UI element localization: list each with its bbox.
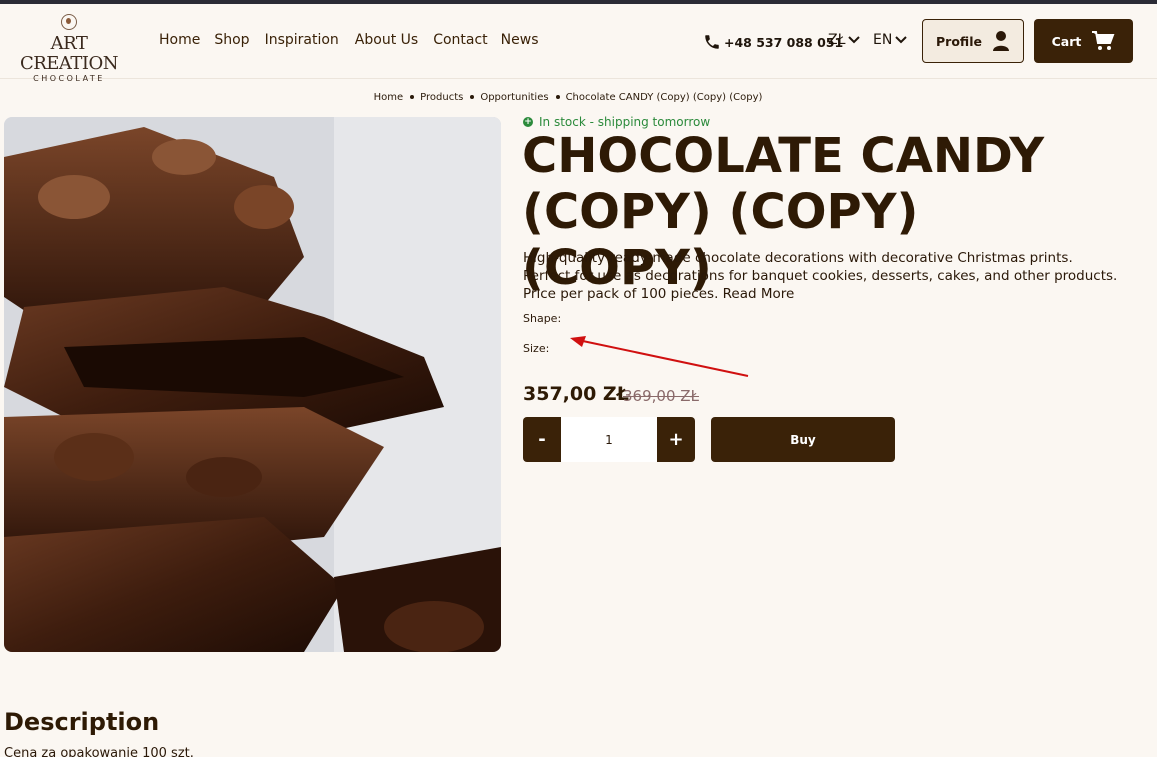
nav-inspiration[interactable]: Inspiration: [265, 32, 339, 48]
quantity-decrease-button[interactable]: -: [523, 417, 561, 462]
site-header: ART CREATION CHOCOLATE Home Shop Inspira…: [0, 4, 1157, 83]
nav-shop[interactable]: Shop: [214, 32, 249, 48]
breadcrumb: Home Products Opportunities Chocolate CANDY…: [0, 92, 1136, 103]
quantity-input[interactable]: [561, 417, 657, 462]
annotation-arrow-icon: [570, 336, 749, 377]
size-label: Size:: [523, 342, 550, 355]
chevron-down-icon: [895, 36, 908, 44]
nav-about-us[interactable]: About Us: [355, 32, 418, 48]
old-price: 369,00 ZŁ: [623, 387, 699, 405]
chevron-down-icon: [848, 36, 861, 44]
shape-label: Shape:: [523, 312, 562, 325]
phone-link[interactable]: +48 537 088 051: [703, 33, 843, 51]
phone-icon: [705, 35, 719, 49]
breadcrumb-separator: [410, 95, 415, 99]
description-text: Cena za opakowanie 100 szt.: [4, 746, 194, 757]
cart-icon: [1092, 31, 1115, 50]
profile-button[interactable]: Profile: [922, 19, 1024, 63]
product-description: High-quality ready-made chocolate decora…: [523, 250, 1118, 302]
language-value: EN: [873, 32, 893, 48]
breadcrumb-separator: [470, 95, 475, 99]
currency-select[interactable]: ZŁ: [828, 32, 861, 48]
breadcrumb-home[interactable]: Home: [374, 92, 404, 103]
logo[interactable]: ART CREATION CHOCOLATE: [2, 14, 136, 83]
cart-label: Cart: [1051, 33, 1082, 49]
currency-value: ZŁ: [828, 32, 846, 48]
price: 357,00 ZŁ: [523, 383, 629, 405]
breadcrumb-current: Chocolate CANDY (Copy) (Copy) (Copy): [565, 92, 763, 103]
quantity-increase-button[interactable]: +: [657, 417, 695, 462]
logo-name: ART CREATION: [19, 33, 119, 74]
phone-number: +48 537 088 051: [724, 34, 844, 50]
main-nav: Home Shop Inspiration About Us Contact N…: [159, 32, 554, 48]
product-image[interactable]: [4, 117, 501, 652]
stock-status-text: In stock - shipping tomorrow: [539, 115, 711, 129]
breadcrumb-products[interactable]: Products: [420, 92, 463, 103]
user-icon: [992, 31, 1009, 51]
profile-label: Profile: [936, 33, 982, 49]
chocolate-photo-illustration: [4, 117, 501, 652]
stock-status: + In stock - shipping tomorrow: [523, 115, 710, 129]
logo-icon: [61, 14, 77, 30]
description-heading: Description: [4, 708, 160, 736]
buy-button[interactable]: Buy: [711, 417, 895, 462]
breadcrumb-opportunities[interactable]: Opportunities: [480, 92, 548, 103]
nav-contact[interactable]: Contact: [433, 32, 487, 48]
breadcrumb-separator: [555, 95, 560, 99]
nav-home[interactable]: Home: [159, 32, 200, 48]
nav-news[interactable]: News: [501, 32, 539, 48]
language-select[interactable]: EN: [873, 32, 908, 48]
plus-circle-icon: +: [523, 117, 533, 127]
logo-subtitle: CHOCOLATE: [33, 74, 105, 83]
cart-button[interactable]: Cart: [1034, 19, 1133, 63]
